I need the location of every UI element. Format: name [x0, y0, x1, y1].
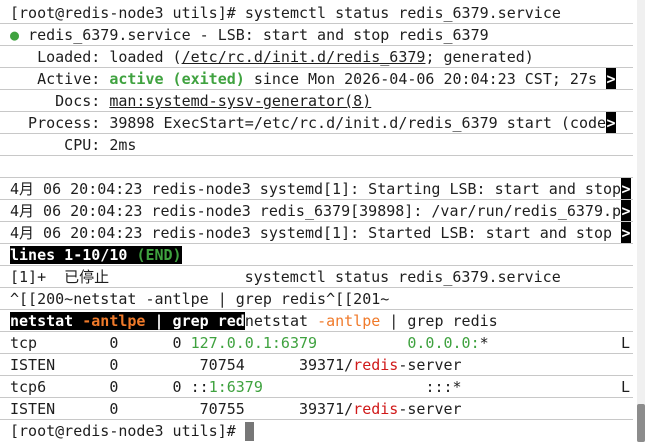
- state-fragment: L: [620, 378, 630, 396]
- pager-end: (END): [136, 246, 182, 264]
- program-rest: -server: [398, 400, 462, 418]
- highlighted-command: netstat -antlpe | grep red: [10, 312, 245, 330]
- journal-text: 4月 06 20:04:23 redis-node3 redis_6379[39…: [10, 202, 622, 220]
- program-match: redis: [353, 400, 399, 418]
- unit-line: ● redis_6379.service - LSB: start and st…: [10, 24, 489, 46]
- loaded-prefix: loaded (: [109, 48, 182, 66]
- truncation-marker: >: [621, 222, 632, 244]
- command-text: systemctl status redis_6379.service: [244, 4, 561, 22]
- cmd-part: | grep redis: [380, 312, 498, 330]
- active-state: active (exited): [109, 70, 245, 88]
- netstat-cols: tcp6 0 0 ::: [10, 378, 209, 396]
- prompt-line-2[interactable]: [root@redis-node3 utils]#: [10, 420, 254, 442]
- unit-description: redis_6379.service - LSB: start and stop…: [28, 26, 489, 44]
- cmd-part: netstat: [10, 312, 83, 330]
- netstat-row: ISTEN 0 70754 39371/redis-server: [10, 354, 462, 376]
- pager-lines-text: lines 1-10/10: [10, 246, 137, 264]
- vertical-scrollbar[interactable]: [637, 0, 645, 442]
- cpu-value: 2ms: [109, 136, 137, 154]
- program-rest: -server: [398, 356, 462, 374]
- netstat-gap: [317, 334, 407, 352]
- cmd-option: -antlpe: [82, 312, 146, 330]
- journal-text: 4月 06 20:04:23 redis-node3 systemd[1]: S…: [10, 224, 622, 242]
- prompt-line-1: [root@redis-node3 utils]# systemctl stat…: [10, 2, 561, 24]
- local-address: 1:6379: [208, 378, 263, 396]
- terminal-window[interactable]: [root@redis-node3 utils]# systemctl stat…: [0, 0, 645, 442]
- line-separator: [0, 155, 633, 156]
- cmd-option: -antlpe: [317, 312, 381, 330]
- foreign-port: *: [452, 378, 462, 396]
- journal-line: 4月 06 20:04:23 redis-node3 systemd[1]: S…: [10, 178, 632, 200]
- foreign-address: 0.0.0.0:: [407, 334, 480, 352]
- netstat-gap: [263, 378, 426, 396]
- job-status-line: [1]+ 已停止 systemctl status redis_6379.ser…: [10, 268, 561, 286]
- netstat-row: tcp 0 0 127.0.0.1:6379 0.0.0.0:* L: [10, 332, 630, 354]
- cpu-label: CPU:: [10, 136, 110, 154]
- loaded-line: Loaded: loaded (/etc/rc.d/init.d/redis_6…: [10, 46, 534, 68]
- process-value: 39898 ExecStart=/etc/rc.d/init.d/redis_6…: [109, 114, 607, 132]
- truncation-marker: >: [621, 200, 632, 222]
- foreign-port: *: [479, 334, 489, 352]
- status-bullet-icon: ●: [10, 26, 20, 44]
- netstat-cols: ISTEN 0 70754 39371/: [10, 356, 354, 374]
- cmd-part: netstat: [244, 312, 318, 330]
- shell-prompt: [root@redis-node3 utils]#: [10, 422, 245, 440]
- paste-line: ^[[200~netstat -antlpe | grep redis^[[20…: [10, 290, 390, 308]
- process-line: Process: 39898 ExecStart=/etc/rc.d/init.…: [10, 112, 617, 134]
- loaded-label: Loaded:: [10, 48, 110, 66]
- active-line: Active: active (exited) since Mon 2026-0…: [10, 68, 617, 90]
- cpu-line: CPU: 2ms: [10, 134, 136, 156]
- loaded-suffix: ; generated): [425, 48, 534, 66]
- truncation-marker: >: [606, 68, 617, 90]
- process-label: Process:: [10, 114, 110, 132]
- journal-line: 4月 06 20:04:23 redis-node3 systemd[1]: S…: [10, 222, 632, 244]
- cmd-part: | grep red: [145, 312, 245, 330]
- truncation-marker: >: [621, 178, 632, 200]
- netstat-cols: tcp 0 0: [10, 334, 191, 352]
- scrollbar-thumb[interactable]: [637, 404, 645, 442]
- journal-line: 4月 06 20:04:23 redis-node3 redis_6379[39…: [10, 200, 632, 222]
- foreign-address: :::: [425, 378, 453, 396]
- loaded-path: /etc/rc.d/init.d/redis_6379: [181, 48, 426, 66]
- netstat-row: tcp6 0 0 ::1:6379 :::* L: [10, 376, 630, 398]
- text-cursor: [244, 422, 254, 441]
- docs-link[interactable]: man:systemd-sysv-generator(8): [109, 92, 371, 110]
- pager-lines: lines 1-10/10 (END): [10, 246, 182, 264]
- command-line: netstat -antlpe | grep rednetstat -antlp…: [10, 310, 498, 332]
- active-label: Active:: [10, 70, 110, 88]
- pager-status: lines 1-10/10 (END): [10, 244, 182, 266]
- truncation-marker: >: [606, 112, 617, 134]
- state-fragment: L: [620, 334, 630, 352]
- docs-line: Docs: man:systemd-sysv-generator(8): [10, 90, 371, 112]
- shell-prompt: [root@redis-node3 utils]#: [10, 4, 245, 22]
- program-match: redis: [353, 356, 399, 374]
- netstat-row: ISTEN 0 70755 39371/redis-server: [10, 398, 462, 420]
- journal-text: 4月 06 20:04:23 redis-node3 systemd[1]: S…: [10, 180, 622, 198]
- active-since: since Mon 2026-04-06 20:04:23 CST; 27s: [244, 70, 607, 88]
- netstat-cols: ISTEN 0 70755 39371/: [10, 400, 354, 418]
- local-address: 127.0.0.1:6379: [190, 334, 318, 352]
- docs-label: Docs:: [10, 92, 110, 110]
